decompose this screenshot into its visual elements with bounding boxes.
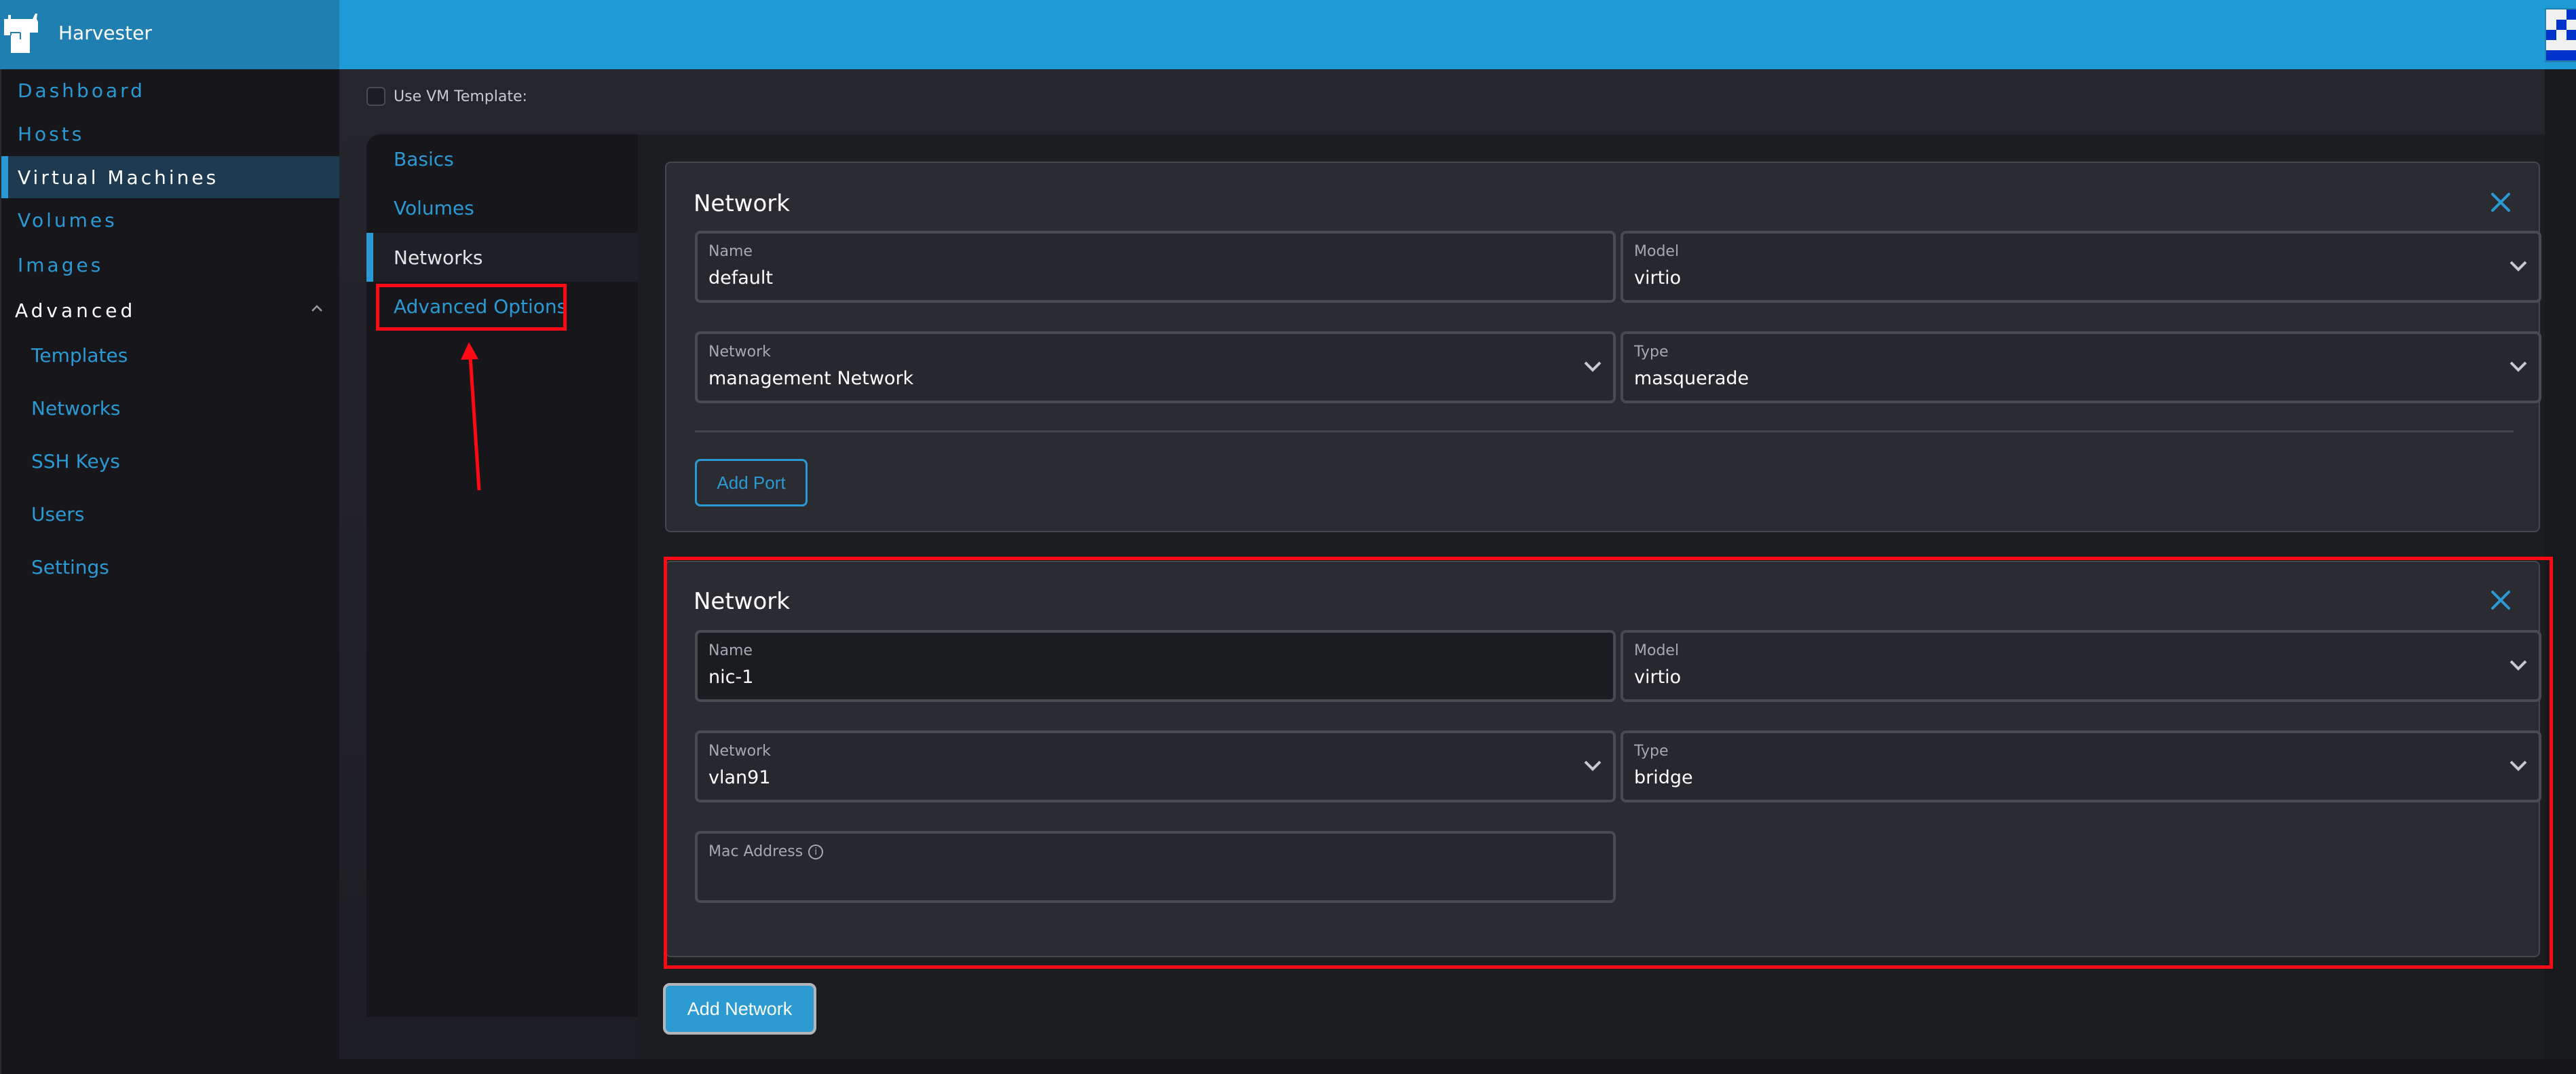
field-value: default xyxy=(708,267,774,289)
sidebar-item-label: Volumes xyxy=(18,208,117,232)
form-tabs: Basics Volumes Networks Advanced Options xyxy=(366,134,638,1017)
field-label: Name xyxy=(708,243,753,260)
tab-volumes[interactable]: Volumes xyxy=(366,183,638,232)
field-label: Model xyxy=(1634,243,1680,260)
sidebar-item-label: Images xyxy=(18,253,104,276)
chevron-down-icon xyxy=(1584,361,1602,372)
tab-label: Networks xyxy=(394,246,483,269)
harvester-logo-icon xyxy=(4,14,38,53)
chevron-down-icon xyxy=(2509,261,2527,272)
tab-networks[interactable]: Networks xyxy=(366,233,638,282)
sidebar-item-hosts[interactable]: Hosts xyxy=(1,113,341,155)
chevron-up-icon[interactable] xyxy=(309,301,324,316)
sidebar-item-settings[interactable]: Settings xyxy=(1,546,341,588)
sidebar-item-label: Networks xyxy=(31,396,121,420)
sidebar-item-label: Users xyxy=(31,502,85,525)
divider xyxy=(695,430,2514,432)
close-icon[interactable] xyxy=(2490,191,2512,213)
use-vm-template-checkbox[interactable]: Use VM Template: xyxy=(366,87,527,106)
sidebar-item-label: Templates xyxy=(31,344,128,367)
use-vm-template-label: Use VM Template: xyxy=(394,88,527,105)
tab-label: Volumes xyxy=(394,196,474,219)
sidebar-item-label: Virtual Machines xyxy=(18,166,219,189)
sidebar-item-templates[interactable]: Templates xyxy=(1,334,341,376)
sidebar-item-networks[interactable]: Networks xyxy=(1,387,341,429)
brand[interactable]: Harvester xyxy=(0,0,339,69)
model-select[interactable]: Model virtio xyxy=(1621,231,2541,303)
sidebar-item-virtual-machines[interactable]: Virtual Machines xyxy=(1,156,341,198)
sidebar-item-ssh-keys[interactable]: SSH Keys xyxy=(1,440,341,482)
field-value: management Network xyxy=(708,368,914,389)
type-select[interactable]: Type masquerade xyxy=(1621,331,2541,403)
tab-basics[interactable]: Basics xyxy=(366,134,638,183)
sidebar-group-label: Advanced xyxy=(15,299,136,322)
add-port-button[interactable]: Add Port xyxy=(695,459,808,506)
sidebar-group-advanced[interactable]: Advanced xyxy=(1,289,341,331)
sidebar-item-users[interactable]: Users xyxy=(1,493,341,535)
user-avatar-icon[interactable] xyxy=(2545,8,2576,62)
field-value: masquerade xyxy=(1634,368,1749,389)
sidebar: Dashboard Hosts Virtual Machines Volumes… xyxy=(0,69,341,1074)
app-name: Harvester xyxy=(58,22,152,44)
sidebar-item-dashboard[interactable]: Dashboard xyxy=(1,69,341,111)
checkbox-box[interactable] xyxy=(366,87,385,106)
sidebar-item-images[interactable]: Images xyxy=(1,244,341,286)
top-header: Harvester xyxy=(0,0,2576,69)
sidebar-item-volumes[interactable]: Volumes xyxy=(1,199,341,241)
network-card-title: Network xyxy=(694,190,790,217)
network-select[interactable]: Network management Network xyxy=(695,331,1616,403)
bottom-gutter xyxy=(339,1059,2576,1074)
network-card: Network Name default Model virtio Networ… xyxy=(665,162,2541,532)
sidebar-item-label: Dashboard xyxy=(18,79,145,102)
name-field[interactable]: Name default xyxy=(695,231,1616,303)
add-network-button[interactable]: Add Network xyxy=(663,983,816,1035)
annotation-highlight-advanced-options xyxy=(376,284,567,331)
annotation-highlight-network-card xyxy=(664,557,2553,969)
field-value: virtio xyxy=(1634,267,1682,289)
field-label: Type xyxy=(1634,344,1669,360)
sidebar-item-label: Hosts xyxy=(18,122,85,145)
sidebar-item-label: Settings xyxy=(31,555,109,578)
field-label: Network xyxy=(708,344,771,360)
sidebar-item-label: SSH Keys xyxy=(31,449,120,473)
tab-label: Basics xyxy=(394,147,454,170)
chevron-down-icon xyxy=(2509,361,2527,372)
